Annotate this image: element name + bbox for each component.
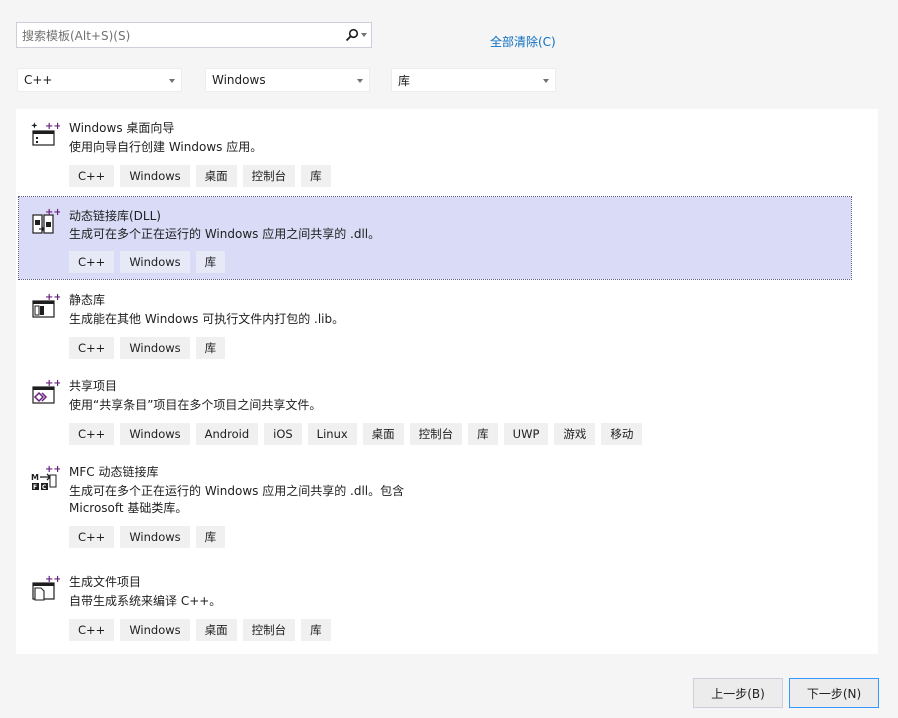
tag: C++ [69, 619, 115, 641]
tag: C++ [69, 337, 115, 359]
tag: Windows [120, 423, 190, 445]
template-description: Microsoft 基础类库。 [69, 501, 188, 515]
language-filter-value: C++ [24, 73, 53, 87]
tag: iOS [264, 423, 302, 445]
tag: 库 [195, 337, 226, 359]
template-tags: C++ Windows 桌面 控制台 库 [69, 165, 331, 187]
tag: Windows [120, 619, 190, 641]
language-filter-dropdown[interactable]: C++ [17, 68, 182, 92]
template-description: 生成可在多个正在运行的 Windows 应用之间共享的 .dll。包含 [69, 484, 405, 498]
tag: Linux [307, 423, 357, 445]
chevron-down-icon [361, 33, 367, 37]
dll-template-icon: ++ [32, 207, 60, 234]
svg-text:F: F [33, 484, 37, 491]
template-tags: C++ Windows 库 [69, 337, 226, 359]
template-title: MFC 动态链接库 [69, 465, 159, 479]
tag: Windows [120, 337, 190, 359]
search-templates-box[interactable]: 搜索模板(Alt+S)(S) [16, 22, 372, 48]
tag: 移动 [601, 423, 643, 445]
tag: C++ [69, 423, 115, 445]
tag: C++ [69, 165, 115, 187]
template-title: 静态库 [69, 293, 106, 307]
template-description: 使用向导自行创建 Windows 应用。 [69, 140, 263, 154]
svg-text:++: ++ [45, 207, 60, 218]
next-button[interactable]: 下一步(N) [789, 678, 879, 708]
svg-text:M: M [31, 473, 39, 482]
template-description: 使用“共享条目”项目在多个项目之间共享文件。 [69, 398, 322, 412]
search-icon[interactable] [341, 23, 371, 47]
template-tags: C++ Windows 桌面 控制台 库 [69, 619, 331, 641]
svg-text:C: C [42, 484, 47, 491]
tag: C++ [69, 251, 115, 273]
tag: Windows [120, 251, 190, 273]
tag: 桌面 [362, 423, 404, 445]
project-type-filter-dropdown[interactable]: 库 [391, 68, 556, 92]
tag: 桌面 [195, 165, 237, 187]
template-item-windows-desktop-wizard[interactable]: ++ Windows 桌面向导 使用向导自行创建 Windows 应用。 C++… [16, 109, 852, 195]
template-item-shared-project[interactable]: ++ 共享项目 使用“共享条目”项目在多个项目之间共享文件。 C++ Windo… [16, 367, 852, 453]
svg-text:++: ++ [45, 464, 60, 475]
tag: 库 [301, 619, 331, 641]
template-description: 生成可在多个正在运行的 Windows 应用之间共享的 .dll。 [69, 227, 381, 241]
template-item-mfc-dll[interactable]: M F C ++ MFC 动态链接库 生成可在多个正在运行的 Windows 应… [16, 453, 852, 553]
tag: C++ [69, 526, 115, 548]
chevron-down-icon [357, 79, 363, 83]
template-item-static-library[interactable]: ++ 静态库 生成能在其他 Windows 可执行文件内打包的 .lib。 C+… [16, 281, 852, 367]
template-title: 生成文件项目 [69, 575, 142, 589]
tag: UWP [503, 423, 549, 445]
tag: 库 [301, 165, 331, 187]
template-item-dll[interactable]: ++ 动态链接库(DLL) 生成可在多个正在运行的 Windows 应用之间共享… [18, 196, 852, 280]
platform-filter-value: Windows [212, 73, 266, 87]
back-button[interactable]: 上一步(B) [693, 678, 783, 708]
search-input[interactable]: 搜索模板(Alt+S)(S) [17, 27, 341, 44]
clear-all-link[interactable]: 全部清除(C) [490, 33, 556, 50]
svg-text:++: ++ [45, 121, 60, 132]
tag: 控制台 [242, 165, 296, 187]
tag: Android [195, 423, 259, 445]
template-description: 自带生成系统来编译 C++。 [69, 594, 222, 608]
tag: Windows [120, 526, 190, 548]
tag: 库 [468, 423, 498, 445]
project-type-filter-value: 库 [398, 73, 411, 88]
tag: Windows [120, 165, 190, 187]
svg-text:++: ++ [45, 574, 60, 585]
tag: 库 [195, 526, 226, 548]
template-item-makefile-project[interactable]: ++ 生成文件项目 自带生成系统来编译 C++。 C++ Windows 桌面 … [16, 563, 852, 649]
mfc-dll-icon: M F C ++ [31, 464, 60, 491]
shared-project-icon: ++ [32, 378, 60, 404]
static-library-icon: ++ [32, 292, 60, 318]
template-title: Windows 桌面向导 [69, 121, 175, 135]
platform-filter-dropdown[interactable]: Windows [205, 68, 370, 92]
template-description: 生成能在其他 Windows 可执行文件内打包的 .lib。 [69, 312, 345, 326]
tag: 库 [195, 251, 226, 273]
tag: 游戏 [554, 423, 596, 445]
template-tags: C++ Windows 库 [69, 251, 226, 273]
svg-text:++: ++ [45, 378, 60, 389]
tag: 控制台 [242, 619, 296, 641]
wizard-template-icon: ++ [31, 121, 60, 146]
svg-text:++: ++ [45, 292, 60, 303]
chevron-down-icon [543, 79, 549, 83]
template-title: 共享项目 [69, 379, 118, 393]
template-list: ++ Windows 桌面向导 使用向导自行创建 Windows 应用。 C++… [16, 109, 878, 654]
template-tags: C++ Windows Android iOS Linux 桌面 控制台 库 U… [69, 423, 643, 445]
tag: 控制台 [409, 423, 463, 445]
chevron-down-icon [169, 79, 175, 83]
makefile-project-icon: ++ [32, 574, 60, 601]
template-title: 动态链接库(DLL) [69, 209, 161, 223]
template-tags: C++ Windows 库 [69, 526, 226, 548]
tag: 桌面 [195, 619, 237, 641]
